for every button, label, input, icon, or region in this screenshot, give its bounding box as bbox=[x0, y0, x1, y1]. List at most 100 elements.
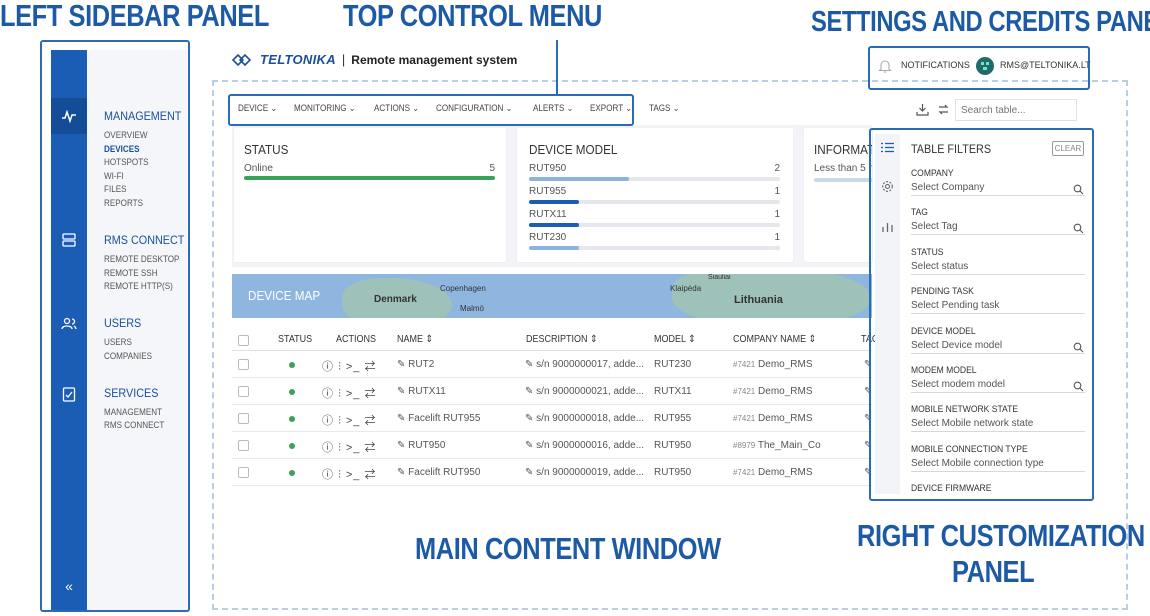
map-label: Denmark bbox=[374, 294, 417, 305]
callout-left-sidebar: LEFT SIDEBAR PANEL bbox=[0, 0, 269, 33]
information-label: Less than 5 minute bbox=[814, 163, 872, 174]
model-row-label: RUT950 bbox=[529, 163, 567, 174]
row-actions[interactable]: ⓘ ⫶ >_ ⇄ bbox=[322, 466, 376, 482]
column-status[interactable]: STATUS bbox=[278, 334, 312, 345]
transfer-icon[interactable]: ⇄ bbox=[364, 469, 376, 481]
sliders-icon[interactable]: ⫶ bbox=[338, 442, 342, 454]
row-name[interactable]: ✎ RUT2 bbox=[397, 359, 434, 370]
info-icon[interactable]: ⓘ bbox=[322, 388, 334, 400]
terminal-icon[interactable]: >_ bbox=[346, 361, 361, 373]
row-checkbox[interactable] bbox=[238, 413, 249, 424]
row-name[interactable]: ✎ RUT950 bbox=[397, 440, 445, 451]
edit-icon[interactable]: ✎ bbox=[397, 386, 405, 397]
table-row[interactable]: ⓘ ⫶ >_ ⇄ ✎ RUT950 ✎ s/n 9000000016, adde..… bbox=[232, 432, 896, 459]
sort-icon: ⇕ bbox=[688, 334, 696, 345]
edit-icon[interactable]: ✎ bbox=[525, 413, 533, 424]
row-checkbox[interactable] bbox=[238, 440, 249, 451]
info-icon[interactable]: ⓘ bbox=[322, 415, 334, 427]
transfer-icon[interactable]: ⇄ bbox=[364, 361, 376, 373]
row-actions[interactable]: ⓘ ⫶ >_ ⇄ bbox=[322, 385, 376, 401]
status-card-title: STATUS bbox=[244, 142, 289, 157]
row-actions[interactable]: ⓘ ⫶ >_ ⇄ bbox=[322, 439, 376, 455]
sliders-icon[interactable]: ⫶ bbox=[338, 415, 342, 427]
row-model: RUT230 bbox=[654, 359, 692, 370]
sliders-icon[interactable]: ⫶ bbox=[338, 469, 342, 481]
terminal-icon[interactable]: >_ bbox=[346, 469, 361, 481]
model-row-value: 1 bbox=[774, 232, 780, 243]
row-name[interactable]: ✎ RUTX11 bbox=[397, 386, 446, 397]
transfer-icon[interactable]: ⇄ bbox=[364, 415, 376, 427]
terminal-icon[interactable]: >_ bbox=[346, 415, 361, 427]
edit-icon[interactable]: ✎ bbox=[397, 440, 405, 451]
model-row-label: RUT955 bbox=[529, 186, 567, 197]
status-online-label: Online bbox=[244, 163, 273, 174]
company-id: #7421 bbox=[733, 414, 756, 423]
edit-icon[interactable]: ✎ bbox=[397, 359, 405, 370]
settings-frame bbox=[868, 46, 1090, 90]
edit-icon[interactable]: ✎ bbox=[525, 359, 533, 370]
row-description[interactable]: ✎ s/n 9000000018, adde... bbox=[525, 413, 644, 424]
model-row-value: 1 bbox=[774, 186, 780, 197]
info-icon[interactable]: ⓘ bbox=[322, 442, 334, 454]
company-id: #8979 bbox=[733, 441, 756, 450]
row-company[interactable]: #7421 Demo_RMS bbox=[733, 467, 813, 478]
table-row[interactable]: ⓘ ⫶ >_ ⇄ ✎ RUT2 ✎ s/n 9000000017, adde... R… bbox=[232, 351, 896, 378]
row-company[interactable]: #7421 Demo_RMS bbox=[733, 413, 813, 424]
row-name[interactable]: ✎ Facelift RUT955 bbox=[397, 413, 480, 424]
column-actions: ACTIONS bbox=[336, 334, 377, 345]
edit-icon[interactable]: ✎ bbox=[397, 413, 405, 424]
map-label: Copenhagen bbox=[440, 284, 486, 293]
status-online-value: 5 bbox=[489, 163, 495, 174]
row-model: RUT950 bbox=[654, 440, 692, 451]
sliders-icon[interactable]: ⫶ bbox=[338, 388, 342, 400]
row-checkbox[interactable] bbox=[238, 467, 249, 478]
row-description[interactable]: ✎ s/n 9000000016, adde... bbox=[525, 440, 644, 451]
column-company-name[interactable]: COMPANY NAME ⇕ bbox=[733, 334, 816, 345]
transfer-icon[interactable]: ⇄ bbox=[364, 388, 376, 400]
row-actions[interactable]: ⓘ ⫶ >_ ⇄ bbox=[322, 412, 376, 428]
row-company[interactable]: #7421 Demo_RMS bbox=[733, 386, 813, 397]
select-all-checkbox[interactable] bbox=[238, 335, 249, 346]
edit-icon[interactable]: ✎ bbox=[525, 386, 533, 397]
row-model: RUTX11 bbox=[654, 386, 692, 397]
edit-icon[interactable]: ✎ bbox=[525, 467, 533, 478]
column-name[interactable]: NAME ⇕ bbox=[397, 334, 433, 345]
model-row-value: 1 bbox=[774, 209, 780, 220]
row-name[interactable]: ✎ Facelift RUT950 bbox=[397, 467, 480, 478]
sliders-icon[interactable]: ⫶ bbox=[338, 361, 342, 373]
refresh-icon[interactable] bbox=[937, 103, 950, 121]
terminal-icon[interactable]: >_ bbox=[346, 388, 361, 400]
status-online-dot bbox=[289, 362, 295, 368]
model-row-label: RUT230 bbox=[529, 232, 567, 243]
column-description[interactable]: DESCRIPTION ⇕ bbox=[526, 334, 598, 345]
company-id: #7421 bbox=[733, 387, 756, 396]
row-checkbox[interactable] bbox=[238, 359, 249, 370]
table-row[interactable]: ⓘ ⫶ >_ ⇄ ✎ RUTX11 ✎ s/n 9000000021, adde..… bbox=[232, 378, 896, 405]
row-description[interactable]: ✎ s/n 9000000019, adde... bbox=[525, 467, 644, 478]
device-map[interactable]: DEVICE MAP Denmark Copenhagen Malmö Klai… bbox=[232, 274, 872, 318]
row-company[interactable]: #8979 The_Main_Co bbox=[733, 440, 821, 451]
status-online-bar bbox=[244, 176, 495, 180]
download-icon[interactable] bbox=[916, 103, 929, 121]
row-description[interactable]: ✎ s/n 9000000021, adde... bbox=[525, 386, 644, 397]
information-card-title: INFORMATIO bbox=[814, 142, 872, 157]
callout-settings: SETTINGS AND CREDITS PANEL bbox=[811, 6, 1150, 38]
info-icon[interactable]: ⓘ bbox=[322, 361, 334, 373]
table-row[interactable]: ⓘ ⫶ >_ ⇄ ✎ Facelift RUT955 ✎ s/n 900000001… bbox=[232, 405, 896, 432]
table-row[interactable]: ⓘ ⫶ >_ ⇄ ✎ Facelift RUT950 ✎ s/n 900000001… bbox=[232, 459, 896, 486]
row-actions[interactable]: ⓘ ⫶ >_ ⇄ bbox=[322, 358, 376, 374]
row-checkbox[interactable] bbox=[238, 386, 249, 397]
edit-icon[interactable]: ✎ bbox=[525, 440, 533, 451]
edit-icon[interactable]: ✎ bbox=[397, 467, 405, 478]
transfer-icon[interactable]: ⇄ bbox=[364, 442, 376, 454]
row-company[interactable]: #7421 Demo_RMS bbox=[733, 359, 813, 370]
status-online-dot bbox=[289, 470, 295, 476]
app-logo[interactable]: TELTONIKA | Remote management system bbox=[232, 52, 517, 67]
device-map-title: DEVICE MAP bbox=[248, 288, 321, 303]
menu-tags[interactable]: TAGS ⌄ bbox=[649, 103, 680, 114]
terminal-icon[interactable]: >_ bbox=[346, 442, 361, 454]
info-icon[interactable]: ⓘ bbox=[322, 469, 334, 481]
row-description[interactable]: ✎ s/n 9000000017, adde... bbox=[525, 359, 644, 370]
column-model[interactable]: MODEL ⇕ bbox=[654, 334, 696, 345]
search-input[interactable] bbox=[955, 99, 1077, 121]
